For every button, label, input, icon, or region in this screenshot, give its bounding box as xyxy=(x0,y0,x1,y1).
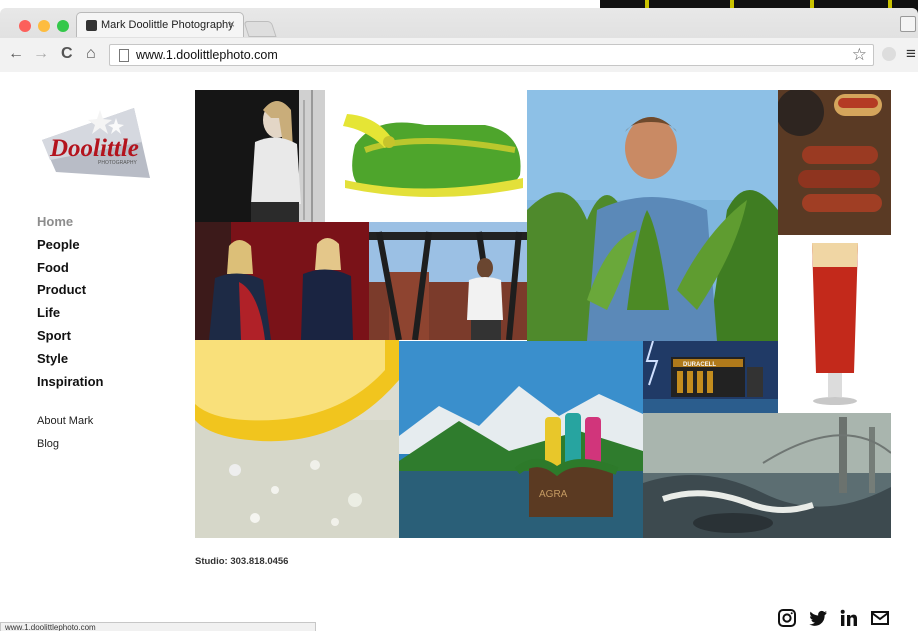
photo-woman-portrait[interactable] xyxy=(195,90,325,222)
back-icon[interactable]: ← xyxy=(8,45,24,63)
bookmark-star-icon[interactable]: ☆ xyxy=(852,45,867,65)
instagram-icon[interactable] xyxy=(776,608,798,628)
photo-lemon-soda[interactable] xyxy=(195,340,399,538)
nav-people[interactable]: People xyxy=(37,237,103,260)
url-text: www.1.doolittlephoto.com xyxy=(136,48,278,62)
extension-icon[interactable] xyxy=(882,47,896,61)
status-bar-url: www.1.doolittlephoto.com xyxy=(0,622,316,631)
doolittle-logo[interactable]: Doolittle PHOTOGRAPHY xyxy=(38,100,154,182)
mail-icon[interactable] xyxy=(869,608,891,628)
chrome-menu-icon[interactable]: ≡ xyxy=(906,44,916,64)
tab-title: Mark Doolittle Photography xyxy=(101,19,234,31)
svg-text:AGRA: AGRA xyxy=(539,489,568,500)
nav-style[interactable]: Style xyxy=(37,351,103,374)
profile-icon[interactable] xyxy=(900,16,916,32)
browser-toolbar: ← → C ⌂ www.1.doolittlephoto.com ☆ ≡ xyxy=(0,38,918,72)
nav-product[interactable]: Product xyxy=(37,282,103,305)
reload-icon[interactable]: C xyxy=(61,45,73,63)
nav-blog[interactable]: Blog xyxy=(37,438,93,461)
nav-about-mark[interactable]: About Mark xyxy=(37,415,93,438)
photo-golden-gate-surf[interactable] xyxy=(643,413,891,538)
maximize-window-button[interactable] xyxy=(57,20,69,32)
twitter-icon[interactable] xyxy=(807,608,829,628)
photo-green-clog[interactable] xyxy=(325,90,527,222)
studio-phone: Studio: 303.818.0456 xyxy=(195,556,289,567)
tab-close-icon[interactable]: × xyxy=(228,17,235,31)
category-nav: Home People Food Product Life Sport Styl… xyxy=(37,214,103,396)
home-icon[interactable]: ⌂ xyxy=(86,45,96,63)
photo-sausages[interactable] xyxy=(778,90,891,235)
svg-text:PHOTOGRAPHY: PHOTOGRAPHY xyxy=(98,160,137,166)
svg-text:DURACELL: DURACELL xyxy=(683,362,716,368)
photo-bridge-runner[interactable] xyxy=(369,222,527,340)
linkedin-icon[interactable] xyxy=(838,608,860,628)
address-bar[interactable]: www.1.doolittlephoto.com ☆ xyxy=(109,44,874,66)
close-window-button[interactable] xyxy=(19,20,31,32)
minimize-window-button[interactable] xyxy=(38,20,50,32)
nav-home[interactable]: Home xyxy=(37,214,103,237)
page-icon xyxy=(119,49,129,62)
photo-speakers-stage[interactable] xyxy=(195,222,369,340)
browser-tab[interactable]: Mark Doolittle Photography × xyxy=(76,12,244,37)
forward-icon[interactable]: → xyxy=(33,45,49,63)
browser-chrome: Mark Doolittle Photography × ← → C ⌂ www… xyxy=(0,8,918,72)
photo-mosaic: AGRA DURACELL xyxy=(195,90,891,538)
nav-inspiration[interactable]: Inspiration xyxy=(37,374,103,397)
photo-farmer-in-corn[interactable] xyxy=(527,90,778,341)
photo-duracell-batteries[interactable]: DURACELL xyxy=(643,341,778,413)
photo-red-beer-glass[interactable] xyxy=(778,235,891,413)
secondary-nav: About Mark Blog xyxy=(37,415,93,461)
nav-sport[interactable]: Sport xyxy=(37,328,103,351)
svg-text:Doolittle: Doolittle xyxy=(49,135,139,162)
photo-dish-soap-lake[interactable]: AGRA xyxy=(399,341,643,538)
new-tab-button[interactable] xyxy=(243,21,277,37)
nav-life[interactable]: Life xyxy=(37,305,103,328)
favicon-icon xyxy=(86,20,97,31)
nav-food[interactable]: Food xyxy=(37,260,103,283)
